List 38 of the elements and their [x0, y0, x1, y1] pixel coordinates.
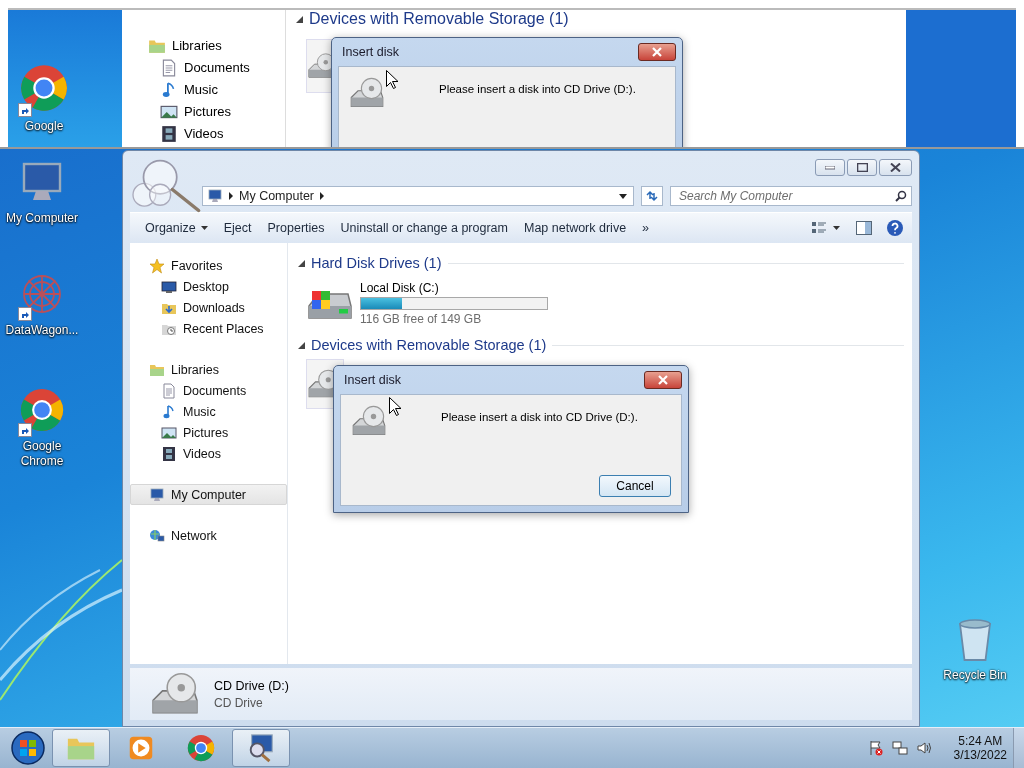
desktop-icon-label: Google	[24, 119, 64, 134]
nav-item[interactable]: Videos	[130, 443, 287, 464]
dialog-message: Please insert a disk into CD Drive (D:).	[441, 411, 638, 423]
group-header: Hard Disk Drives (1)	[311, 255, 442, 271]
nav-item[interactable]: Desktop	[130, 276, 287, 297]
nav-item[interactable]: Recent Places	[130, 318, 287, 339]
toolbar-button[interactable]: Eject	[216, 217, 259, 239]
details-name: CD Drive (D:)	[214, 678, 289, 693]
cancel-button[interactable]: Cancel	[599, 475, 671, 497]
nav-item[interactable]: My Computer	[130, 484, 287, 505]
nav-item[interactable]: Pictures	[130, 422, 287, 443]
breadcrumb[interactable]: My Computer	[239, 189, 315, 203]
desktop-icon-label[interactable]: My Computer	[6, 211, 78, 226]
nav-item[interactable]: Favorites	[130, 255, 287, 276]
dialog-message: Please insert a disk into CD Drive (D:).	[439, 83, 636, 95]
nav-item[interactable]: Documents	[130, 380, 287, 401]
nav-item[interactable]: Downloads	[130, 297, 287, 318]
free-space-text: 116 GB free of 149 GB	[360, 311, 483, 326]
toolbar-button[interactable]: »	[635, 217, 657, 239]
toolbar-button[interactable]: Map network drive	[516, 217, 634, 239]
nav-item[interactable]: Libraries	[130, 359, 287, 380]
dialog-title: Insert disk	[342, 45, 399, 59]
toolbar-button[interactable]: Organize	[138, 217, 215, 239]
desktop-icon-label[interactable]: Google Chrome	[0, 439, 84, 469]
clock-date[interactable]: 3/13/2022	[953, 748, 1007, 762]
toolbar-button[interactable]: Properties	[260, 217, 332, 239]
toolbar-button[interactable]: Uninstall or change a program	[333, 217, 515, 239]
dialog-title: Insert disk	[344, 373, 401, 387]
address-bar[interactable]: My Computer	[202, 186, 634, 206]
clock-time[interactable]: 5:24 AM	[958, 734, 1003, 748]
nav-item[interactable]: Music	[130, 401, 287, 422]
search-field[interactable]: Search My Computer	[670, 186, 912, 206]
desktop-icon-label[interactable]: DataWagon...	[5, 323, 79, 338]
drive-name[interactable]: Local Disk (C:)	[360, 280, 548, 295]
nav-item[interactable]: Network	[130, 525, 287, 546]
group-header: Devices with Removable Storage (1)	[309, 10, 569, 28]
details-type: CD Drive	[214, 695, 264, 710]
group-header: Devices with Removable Storage (1)	[311, 337, 547, 353]
